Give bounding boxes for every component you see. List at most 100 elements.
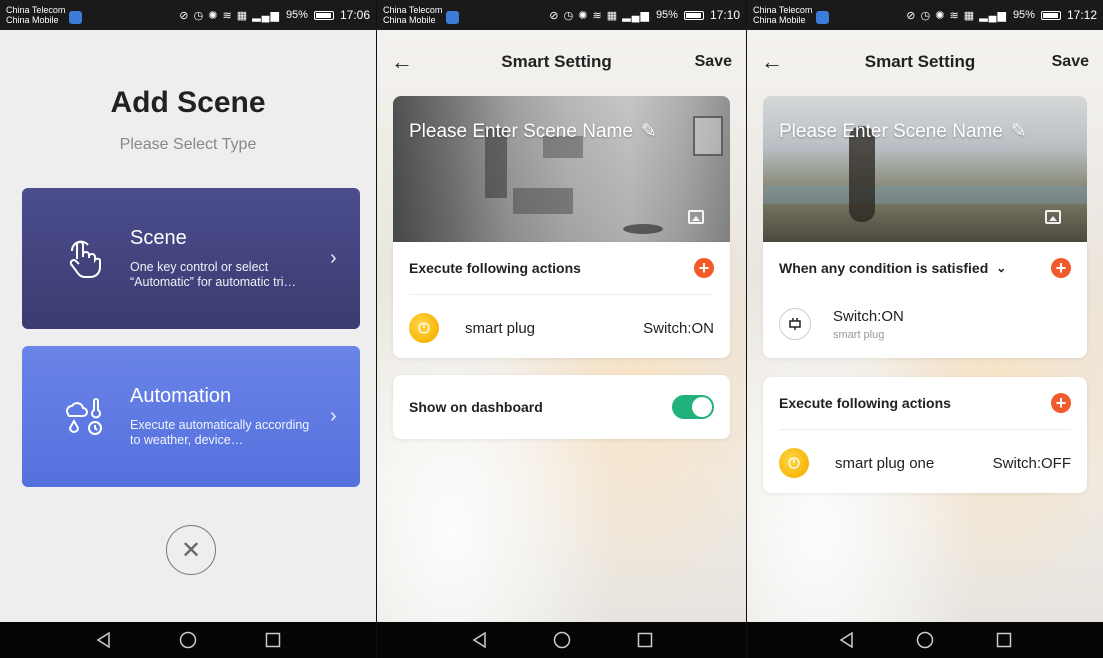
page-subtitle: Please Select Type — [119, 136, 257, 153]
chevron-right-icon: › — [330, 405, 337, 427]
scene-text: Scene One key control or select “Automat… — [130, 227, 330, 290]
smart-setting-screen-1: China Telecom China Mobile ⊘ ◷ ✺ ≋ ▦ ▂▄▆… — [377, 0, 746, 658]
scene-name-placeholder: Please Enter Scene Name — [409, 120, 633, 142]
save-button[interactable]: Save — [692, 53, 732, 71]
carriers: China Telecom China Mobile — [753, 5, 812, 25]
system-icons: ⊘ ◷ ✺ ≋ ▦ ▂▄▆ — [906, 9, 1007, 22]
scene-name-field[interactable]: Please Enter Scene Name ✎ — [409, 120, 657, 143]
condition-text: Switch:ON smart plug — [833, 308, 904, 341]
nav-back-button[interactable] — [467, 628, 491, 652]
oven-shape — [513, 188, 573, 214]
chevron-right-icon: › — [330, 247, 337, 269]
battery-icon — [1040, 10, 1061, 20]
scene-description: One key control or select “Automatic” fo… — [130, 260, 297, 289]
dashboard-label: Show on dashboard — [409, 399, 543, 415]
action-value: Switch:OFF — [992, 454, 1071, 472]
lake-shape — [763, 186, 1087, 204]
scene-type-card[interactable]: Scene One key control or select “Automat… — [22, 188, 360, 329]
actions-header: Execute following actions + — [393, 242, 730, 294]
status-bar: China Telecom China Mobile ⊘ ◷ ✺ ≋ ▦ ▂▄▆… — [377, 0, 746, 30]
clock: 17:12 — [1066, 8, 1097, 22]
nav-home-button[interactable] — [176, 628, 200, 652]
page-title: Add Scene — [110, 86, 266, 119]
actions-card: Execute following actions + smart plug S… — [393, 242, 730, 358]
smart-plug-icon — [779, 448, 809, 478]
back-arrow-icon[interactable]: ← — [391, 49, 421, 75]
save-button[interactable]: Save — [1049, 53, 1089, 71]
scene-cover-image[interactable]: Please Enter Scene Name ✎ — [393, 96, 730, 242]
automation-type-card[interactable]: Automation Execute automatically accordi… — [22, 346, 360, 487]
automation-title: Automation — [130, 385, 232, 407]
automation-text: Automation Execute automatically accordi… — [130, 385, 330, 448]
battery-icon — [683, 10, 704, 20]
condition-row[interactable]: Switch:ON smart plug — [763, 294, 1087, 354]
nav-back-button[interactable] — [834, 628, 858, 652]
action-device-name: smart plug — [465, 319, 536, 337]
nav-recents-button[interactable] — [261, 628, 285, 652]
dashboard-row: Show on dashboard — [393, 375, 730, 439]
nav-bar — [377, 622, 746, 658]
add-condition-button[interactable]: + — [1051, 258, 1071, 278]
nav-home-button[interactable] — [913, 628, 937, 652]
carrier-mobile: China Mobile — [383, 15, 436, 25]
stool-shape — [623, 224, 663, 234]
back-arrow-icon[interactable]: ← — [761, 49, 791, 75]
status-right: ⊘ ◷ ✺ ≋ ▦ ▂▄▆ 95% 17:10 — [549, 8, 740, 22]
carrier-telecom: China Telecom — [753, 5, 813, 15]
status-bar: China Telecom China Mobile ⊘ ◷ ✺ ≋ ▦ ▂▄▆… — [0, 0, 376, 30]
status-right: ⊘ ◷ ✺ ≋ ▦ ▂▄▆ 95% 17:12 — [906, 8, 1097, 22]
carrier-telecom: China Telecom — [6, 5, 66, 15]
nav-bar — [747, 622, 1103, 658]
carriers: China Telecom China Mobile — [6, 5, 65, 25]
change-image-icon[interactable] — [1045, 210, 1061, 224]
chevron-down-icon[interactable]: ⌄ — [996, 261, 1006, 275]
add-scene-screen: China Telecom China Mobile ⊘ ◷ ✺ ≋ ▦ ▂▄▆… — [0, 0, 376, 658]
carrier-telecom: China Telecom — [383, 5, 443, 15]
status-right: ⊘ ◷ ✺ ≋ ▦ ▂▄▆ 95% 17:06 — [179, 8, 370, 22]
app-notification-icon — [446, 10, 460, 24]
action-row[interactable]: smart plug one Switch:OFF — [763, 430, 1087, 496]
status-bar: China Telecom China Mobile ⊘ ◷ ✺ ≋ ▦ ▂▄▆… — [747, 0, 1103, 30]
top-bar: ← Smart Setting Save — [377, 44, 746, 80]
add-action-button[interactable]: + — [694, 258, 714, 278]
action-device-name: smart plug one — [835, 454, 935, 472]
scene-name-field[interactable]: Please Enter Scene Name ✎ — [779, 120, 1027, 143]
action-row[interactable]: smart plug Switch:ON — [393, 295, 730, 361]
app-notification-icon — [69, 10, 83, 24]
dashboard-card: Show on dashboard — [393, 375, 730, 439]
clock: 17:10 — [709, 8, 740, 22]
actions-header-label: Execute following actions — [779, 395, 951, 411]
top-bar: ← Smart Setting Save — [747, 44, 1103, 80]
clock: 17:06 — [339, 8, 370, 22]
automation-description: Execute automatically according to weath… — [130, 418, 310, 447]
smart-setting-screen-2: China Telecom China Mobile ⊘ ◷ ✺ ≋ ▦ ▂▄▆… — [747, 0, 1103, 658]
edit-pencil-icon: ✎ — [1010, 121, 1027, 142]
battery-percent: 95% — [655, 9, 678, 21]
nav-back-button[interactable] — [91, 628, 115, 652]
page-title: Smart Setting — [501, 52, 612, 71]
nav-home-button[interactable] — [550, 628, 574, 652]
actions-card: Execute following actions + smart plug o… — [763, 377, 1087, 493]
dashboard-toggle[interactable] — [672, 395, 714, 419]
change-image-icon[interactable] — [688, 210, 704, 224]
scene-title: Scene — [130, 227, 187, 249]
plug-outline-icon — [779, 308, 811, 340]
close-button[interactable]: ✕ — [166, 525, 216, 575]
conditions-header-label[interactable]: When any condition is satisfied — [779, 260, 988, 276]
nav-recents-button[interactable] — [992, 628, 1016, 652]
weather-icon — [58, 395, 110, 439]
close-icon: ✕ — [180, 536, 202, 564]
wall-frame-shape — [693, 116, 723, 156]
carriers: China Telecom China Mobile — [383, 5, 442, 25]
scene-cover-image[interactable]: Please Enter Scene Name ✎ — [763, 96, 1087, 242]
tap-hand-icon — [58, 237, 110, 281]
nav-recents-button[interactable] — [633, 628, 657, 652]
condition-title: Switch:ON — [833, 307, 904, 325]
actions-header: Execute following actions + — [763, 377, 1087, 429]
nav-bar — [0, 622, 376, 658]
battery-percent: 95% — [1012, 9, 1035, 21]
app-notification-icon — [816, 10, 830, 24]
carrier-mobile: China Mobile — [753, 15, 806, 25]
scene-name-placeholder: Please Enter Scene Name — [779, 120, 1003, 142]
add-action-button[interactable]: + — [1051, 393, 1071, 413]
